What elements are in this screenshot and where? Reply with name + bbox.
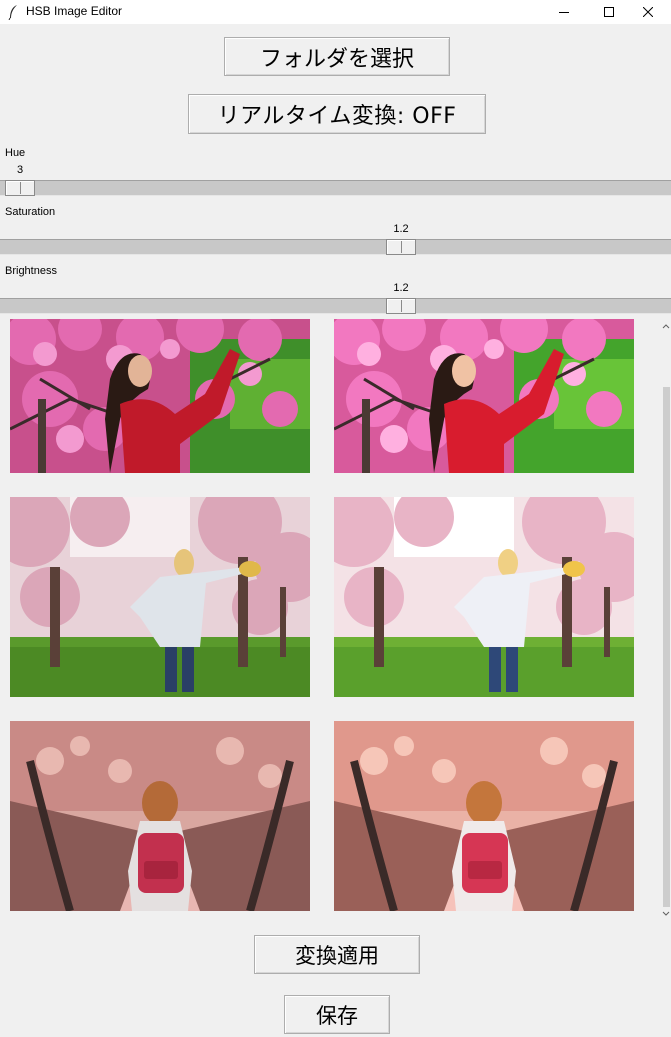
apply-button[interactable]: 変換適用: [254, 935, 420, 974]
image-list-scrollbar[interactable]: [661, 317, 671, 923]
chevron-up-icon: [662, 324, 670, 329]
hue-slider-handle[interactable]: [5, 180, 35, 196]
brightness-value: 1.2: [393, 282, 409, 294]
window-title: HSB Image Editor: [26, 4, 123, 18]
original-image-2: [10, 497, 310, 697]
hue-label: Hue: [5, 147, 26, 159]
original-image-1: [10, 319, 310, 473]
realtime-toggle-button[interactable]: リアルタイム変換: OFF: [188, 94, 486, 134]
title-bar: HSB Image Editor: [0, 0, 671, 24]
minimize-button[interactable]: [541, 0, 587, 24]
brightness-label: Brightness: [5, 265, 57, 277]
scrollbar-thumb[interactable]: [663, 387, 670, 907]
brightness-slider[interactable]: [0, 298, 671, 314]
minimize-icon: [559, 12, 569, 13]
chevron-down-icon: [662, 911, 670, 916]
saturation-slider-handle[interactable]: [386, 239, 416, 255]
feather-icon: [8, 5, 17, 20]
close-button[interactable]: [625, 0, 671, 24]
hue-slider[interactable]: [0, 180, 671, 196]
maximize-icon: [604, 7, 614, 17]
brightness-slider-handle[interactable]: [386, 298, 416, 314]
saturation-label: Saturation: [5, 206, 56, 218]
hue-value: 3: [16, 164, 24, 176]
converted-image-3: [334, 721, 634, 911]
save-button[interactable]: 保存: [284, 995, 390, 1034]
saturation-value: 1.2: [393, 223, 409, 235]
select-folder-button[interactable]: フォルダを選択: [224, 37, 450, 76]
converted-image-1: [334, 319, 634, 473]
scroll-down-button[interactable]: [661, 907, 671, 921]
image-list: [0, 317, 661, 923]
original-image-3: [10, 721, 310, 911]
scroll-up-button[interactable]: [661, 319, 671, 333]
close-icon: [643, 7, 653, 17]
converted-image-2: [334, 497, 634, 697]
saturation-slider[interactable]: [0, 239, 671, 255]
